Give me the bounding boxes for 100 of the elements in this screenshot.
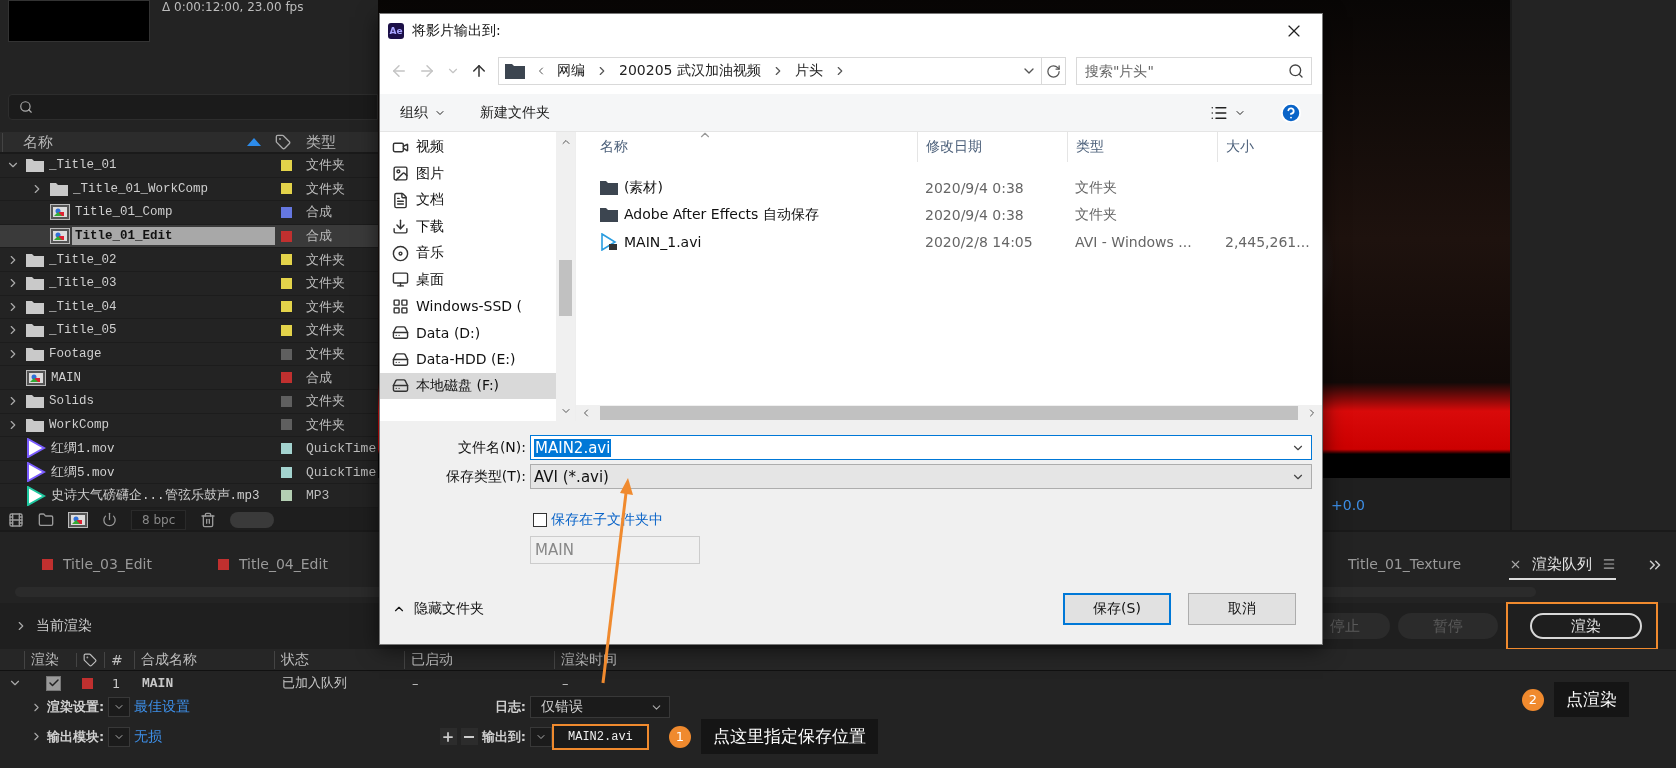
dialog-button[interactable]: 保存(S)	[1063, 593, 1171, 625]
label-swatch[interactable]	[281, 301, 292, 313]
exposure-value[interactable]: +0.0	[1331, 496, 1365, 513]
file-type-dropdown[interactable]: AVI (*.avi)	[530, 464, 1312, 489]
project-item[interactable]: 史诗大气磅礴企...管弦乐鼓声.mp3 MP3	[0, 484, 378, 508]
panel-tab[interactable]: Title_03_Edit	[36, 552, 152, 578]
scroll-thumb[interactable]	[600, 406, 1298, 420]
bit-depth[interactable]: 8 bpc	[131, 509, 187, 530]
render-settings-link[interactable]: 最佳设置	[134, 698, 191, 716]
remove-button[interactable]	[460, 728, 478, 745]
project-item[interactable]: 红绸5.mov QuickTime	[0, 460, 378, 485]
nav-item[interactable]: 本地磁盘 (F:)	[380, 372, 556, 399]
tab-label: 渲染队列	[1532, 554, 1592, 574]
breadcrumb[interactable]: 200205 武汉加油视频	[619, 62, 761, 80]
file-name-field[interactable]: MAIN2.avi	[530, 435, 1312, 460]
queue-button[interactable]: 渲染	[1530, 613, 1642, 639]
organize-menu[interactable]: 组织	[400, 103, 446, 122]
label-swatch[interactable]	[281, 419, 292, 431]
dropdown-toggle[interactable]	[108, 697, 131, 717]
label-swatch[interactable]	[281, 324, 292, 336]
label-swatch[interactable]	[281, 372, 292, 384]
label-swatch[interactable]	[281, 159, 292, 171]
panel-tab[interactable]: Title_04_Edit	[211, 552, 328, 578]
breadcrumb[interactable]: 网编	[557, 62, 585, 80]
dropdown-toggle[interactable]	[108, 726, 131, 747]
column-header[interactable]: 修改日期	[917, 132, 1067, 162]
horizontal-scrollbar[interactable]	[576, 405, 1322, 421]
label-swatch[interactable]	[281, 277, 292, 289]
hide-folders-button[interactable]: 隐藏文件夹	[392, 600, 484, 618]
project-item[interactable]: Title_01_Comp 合成	[0, 201, 378, 225]
column-header[interactable]: 类型	[300, 132, 378, 152]
nav-item[interactable]: Windows-SSD (	[380, 293, 556, 320]
column-header[interactable]: 名称	[23, 132, 53, 152]
label-swatch[interactable]	[281, 490, 292, 502]
file-type: 文件夹	[1074, 178, 1118, 197]
dropdown-toggle[interactable]	[530, 726, 552, 747]
scroll-thumb[interactable]	[559, 260, 572, 316]
breadcrumb[interactable]: 片头	[794, 62, 823, 80]
nav-item[interactable]: 视频	[380, 134, 556, 161]
project-item[interactable]: 红绸1.mov QuickTime	[0, 437, 378, 461]
film-icon[interactable]	[8, 511, 24, 528]
nav-item[interactable]: 图片	[380, 160, 556, 187]
file-row[interactable]: Adobe After Effects 自动保存 2020/9/4 0:38 文件夹	[576, 201, 1322, 228]
nav-item[interactable]: Data (D:)	[380, 319, 556, 346]
label-swatch[interactable]	[281, 183, 292, 195]
add-button[interactable]	[439, 728, 457, 745]
output-to-label: 输出到:	[481, 727, 526, 746]
document-icon	[392, 191, 409, 209]
column-header[interactable]: #	[104, 651, 134, 668]
column-header[interactable]: 状态	[274, 650, 404, 669]
render-settings-label: 渲染设置:	[47, 698, 105, 716]
composition-icon[interactable]	[68, 511, 88, 528]
nav-item[interactable]: Data-HDD (E:)	[380, 346, 556, 373]
checkbox[interactable]	[533, 513, 547, 527]
column-header[interactable]: 类型	[1067, 132, 1217, 162]
column-header[interactable]: 已启动	[404, 650, 554, 669]
log-dropdown[interactable]: 仅错误	[530, 696, 670, 718]
file-row[interactable]: MAIN_1.avi 2020/2/8 14:05 AVI - Windows ... 2,445,261...	[576, 228, 1322, 255]
trash-icon[interactable]	[200, 511, 217, 528]
dialog-button[interactable]: 取消	[1188, 593, 1296, 625]
label-swatch[interactable]	[281, 466, 292, 478]
nav-item[interactable]: 文档	[380, 187, 556, 214]
label-swatch[interactable]	[281, 442, 292, 454]
file-row[interactable]: (素材) 2020/9/4 0:38 文件夹	[576, 174, 1322, 201]
item-name: _Title_01	[48, 157, 118, 175]
label-swatch[interactable]	[281, 348, 292, 360]
sort-icon	[247, 138, 261, 146]
up-button[interactable]	[470, 62, 488, 80]
output-module-link[interactable]: 无损	[134, 727, 163, 746]
folder-icon[interactable]	[38, 511, 54, 528]
nav-item[interactable]: 下载	[380, 213, 556, 240]
label-swatch[interactable]	[281, 395, 292, 407]
column-header[interactable]: 大小	[1217, 132, 1322, 162]
column-header[interactable]: 渲染	[24, 650, 76, 669]
nav-item[interactable]: 桌面	[380, 266, 556, 293]
column-header[interactable]: 合成名称	[134, 650, 274, 669]
power-icon[interactable]	[102, 512, 117, 528]
label-swatch[interactable]	[281, 207, 292, 218]
project-item[interactable]: Title_01_Edit 合成	[0, 224, 378, 249]
item-name: Title_01_Comp	[74, 204, 174, 222]
output-path-field[interactable]: MAIN2.avi	[552, 723, 649, 750]
label-swatch[interactable]	[281, 230, 292, 242]
folder-icon	[600, 207, 618, 222]
menu-icon[interactable]	[1602, 557, 1616, 571]
vertical-scrollbar[interactable]	[556, 132, 575, 421]
file-date: 2020/9/4 0:38	[924, 206, 1025, 223]
panel-tab[interactable]: Title_01_Texture	[1347, 552, 1461, 578]
label-swatch[interactable]	[281, 254, 292, 266]
item-name: _Title_04	[48, 298, 118, 316]
help-icon[interactable]	[1280, 101, 1302, 124]
search-field[interactable]	[8, 94, 378, 120]
column-header[interactable]: 名称	[576, 132, 917, 162]
folder-icon	[26, 347, 44, 362]
nav-item[interactable]: 音乐	[380, 240, 556, 267]
render-checkbox[interactable]	[46, 675, 61, 691]
address-bar[interactable]: 网编 200205 武汉加油视频 片头	[498, 57, 1066, 85]
panel-tab[interactable]: 渲染队列	[1509, 550, 1616, 580]
callout-text: 点渲染	[1554, 682, 1629, 717]
item-type: 文件夹	[305, 322, 346, 340]
new-folder-button[interactable]: 新建文件夹	[480, 103, 550, 122]
